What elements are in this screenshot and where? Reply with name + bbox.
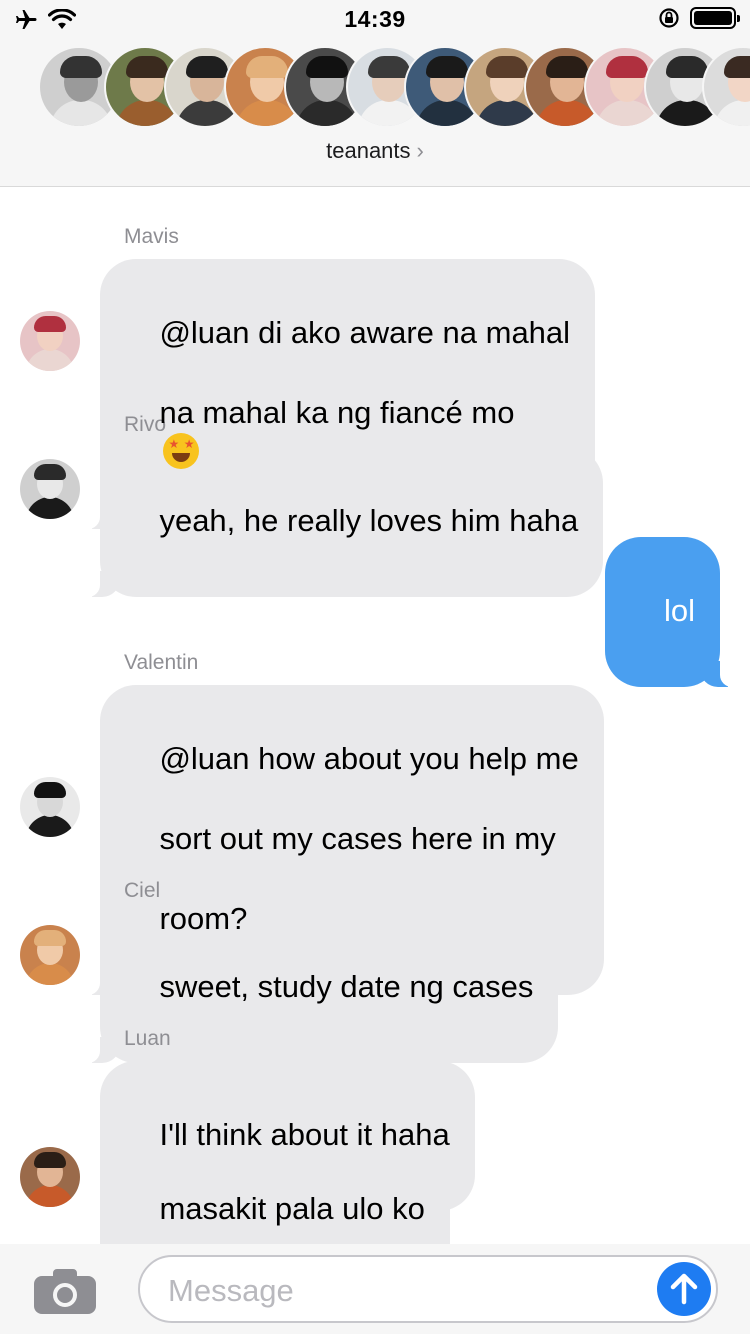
battery-level [694,11,732,25]
message-text: lol [663,593,695,628]
conversation-header: 14:39 teanants › [0,0,750,187]
camera-icon[interactable] [34,1268,96,1314]
compose-bar: Message [0,1244,750,1334]
send-button[interactable] [657,1262,711,1316]
message-bubble[interactable]: yeah, he really loves him haha [77,447,604,597]
send-arrow-icon [670,1273,698,1305]
sender-name: Luan [124,1027,171,1050]
message-text: masakit pala ulo ko [159,1191,425,1226]
message-input[interactable]: Message [138,1255,718,1323]
avatar-luan[interactable] [20,1147,80,1207]
outgoing-message-bubble[interactable]: lol [604,537,743,687]
sender-name: Valentin [124,651,199,674]
battery-icon [690,7,740,29]
message-line: @luan di ako aware na mahal [159,315,571,350]
message-line: @luan how about you help me [159,741,579,776]
status-bar: 14:39 [0,0,750,40]
group-name-label: teanants [326,138,411,163]
status-time: 14:39 [344,6,406,32]
avatar-rivo[interactable] [20,459,80,519]
message-text: I'll think about it haha [159,1117,450,1152]
chevron-right-icon: › [416,138,424,163]
sender-name: Ciel [124,879,161,902]
rotation-lock-icon [659,8,679,28]
message-text: yeah, he really loves him haha [159,503,579,538]
status-right [658,7,740,29]
message-line: sort out my cases here in my [159,821,556,856]
message-line: room? [159,901,248,936]
sender-name: Mavis [124,225,179,248]
avatar-ciel[interactable] [20,925,80,985]
message-line: na mahal ka ng fiancé mo [159,395,515,430]
message-text: sweet, study date ng cases [159,969,534,1004]
group-name-button[interactable]: teanants › [0,138,750,164]
avatar-mavis[interactable] [20,311,80,371]
message-placeholder: Message [168,1273,294,1308]
avatar-valentin[interactable] [20,777,80,837]
group-avatar-row[interactable] [0,46,750,130]
